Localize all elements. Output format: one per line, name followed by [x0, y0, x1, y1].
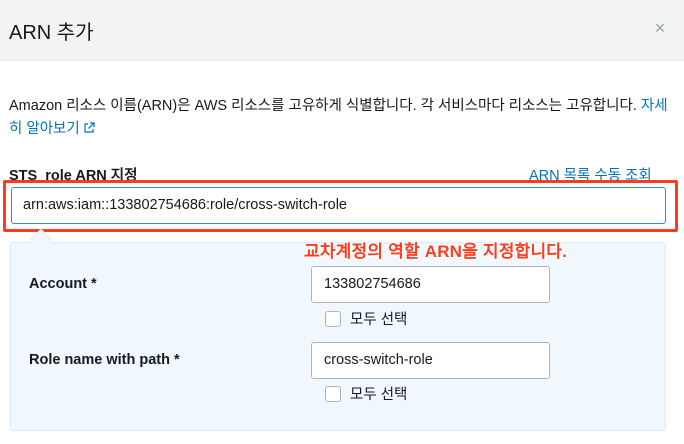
add-arn-modal: ARN 추가 × Amazon 리소스 이름(ARN)은 AWS 리소스를 고유…	[0, 0, 684, 444]
role-name-label: Role name with path *	[29, 352, 180, 368]
modal-header: ARN 추가 ×	[0, 0, 684, 61]
account-select-all-checkbox[interactable]	[325, 311, 341, 327]
role-name-input[interactable]: cross-switch-role	[311, 342, 550, 379]
description: Amazon 리소스 이름(ARN)은 AWS 리소스를 고유하게 식별합니다.…	[9, 95, 669, 141]
account-select-all[interactable]: 모두 선택	[325, 308, 408, 328]
modal-title: ARN 추가	[9, 22, 94, 44]
account-select-all-label: 모두 선택	[350, 312, 408, 328]
role-select-all-label: 모두 선택	[350, 387, 408, 403]
annotation-text: 교차계정의 역할 ARN을 지정합니다.	[304, 242, 568, 261]
account-input[interactable]: 133802754686	[311, 266, 550, 303]
arn-input[interactable]: arn:aws:iam::133802754686:role/cross-swi…	[11, 187, 666, 224]
role-select-all[interactable]: 모두 선택	[325, 383, 408, 403]
description-text: Amazon 리소스 이름(ARN)은 AWS 리소스를 고유하게 식별합니다.…	[9, 98, 637, 114]
role-select-all-checkbox[interactable]	[325, 386, 341, 402]
account-label: Account *	[29, 276, 97, 292]
external-link-icon	[84, 122, 95, 133]
close-icon[interactable]: ×	[652, 19, 668, 37]
